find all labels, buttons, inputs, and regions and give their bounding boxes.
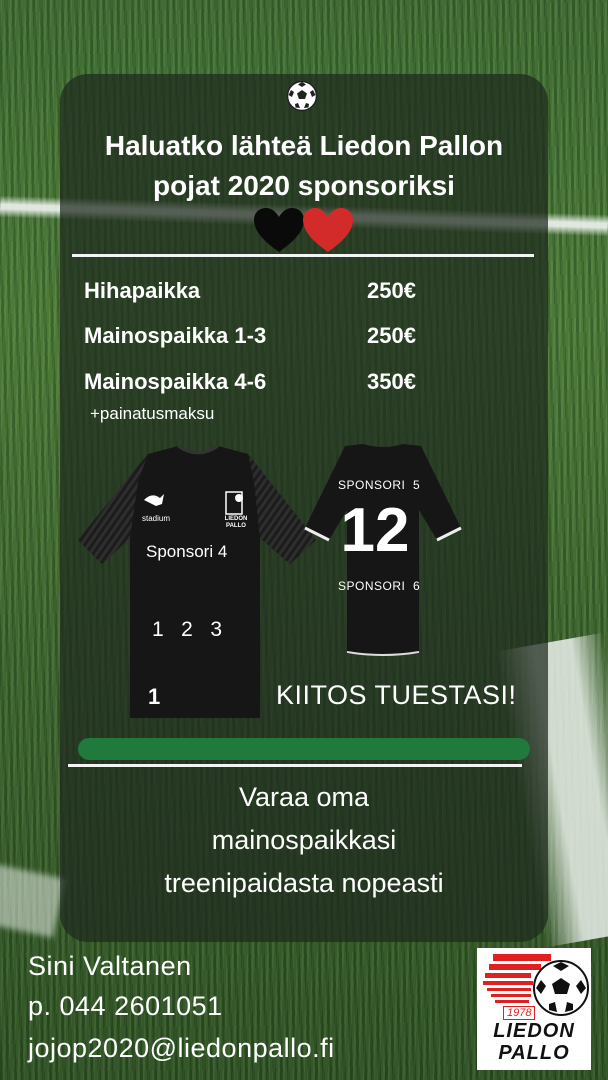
cta-line-1: Varaa oma <box>238 782 370 812</box>
call-to-action: Varaa oma mainospaikkasi treenipaidasta … <box>60 776 548 905</box>
headline-line-1: Haluatko lähteä Liedon Pallon <box>104 130 504 161</box>
contact-name: Sini Valtanen <box>28 951 192 981</box>
divider-top <box>72 254 534 257</box>
pitch-line-left <box>0 862 66 938</box>
headline: Haluatko lähteä Liedon Pallon pojat 2020… <box>60 126 548 206</box>
price-label: Hihapaikka <box>84 278 201 303</box>
logo-line-1: LIEDON <box>493 1020 575 1042</box>
sleeve-slot-label: 1 <box>148 684 161 709</box>
price-amount: 250€ <box>367 278 416 303</box>
cta-line-3: treenipaidasta nopeasti <box>164 868 444 898</box>
black-heart-icon <box>254 208 304 252</box>
sponsor-4-label: Sponsori 4 <box>146 542 228 561</box>
contact-phone: p. 044 2601051 <box>28 991 223 1021</box>
price-amount: 350€ <box>367 369 416 394</box>
red-heart-icon <box>303 208 353 252</box>
green-accent-bar <box>78 738 530 760</box>
price-row-ad-4-6: Mainospaikka 4-6 350€ <box>84 369 416 395</box>
sponsor-6-label: SPONSORI 6 <box>338 579 421 593</box>
shirt-club-badge: LIEDON PALLO <box>224 516 248 529</box>
price-amount: 250€ <box>367 323 416 348</box>
price-label: Mainospaikka 4-6 <box>84 369 267 394</box>
cta-line-2: mainospaikkasi <box>211 825 397 855</box>
price-row-ad-1-3: Mainospaikka 1-3 250€ <box>84 323 416 349</box>
shirt-number: 12 <box>340 496 410 565</box>
hearts-icon <box>254 208 353 252</box>
logo-line-2: PALLO <box>498 1042 570 1064</box>
price-label: Mainospaikka 1-3 <box>84 323 267 348</box>
shirt-brand: stadium <box>142 514 171 523</box>
printing-fee-note: +painatusmaksu <box>90 404 215 423</box>
price-row-sleeve: Hihapaikka 250€ <box>84 278 416 304</box>
thanks-text: KIITOS TUESTASI! <box>276 680 517 710</box>
soccer-ball-icon <box>533 960 589 1016</box>
contact-email[interactable]: jojop2020@liedonpallo.fi <box>28 1033 335 1064</box>
sponsor-5-label: SPONSORI 5 <box>338 478 421 492</box>
divider-bottom <box>68 764 522 767</box>
sponsor-slots-1-3: 1 2 3 <box>152 618 223 641</box>
club-logo: 1978 LIEDON PALLO <box>477 948 591 1070</box>
headline-line-2: pojat 2020 sponsoriksi <box>153 170 455 201</box>
logo-year: 1978 <box>503 1006 536 1020</box>
soccer-ball-icon <box>286 80 318 112</box>
